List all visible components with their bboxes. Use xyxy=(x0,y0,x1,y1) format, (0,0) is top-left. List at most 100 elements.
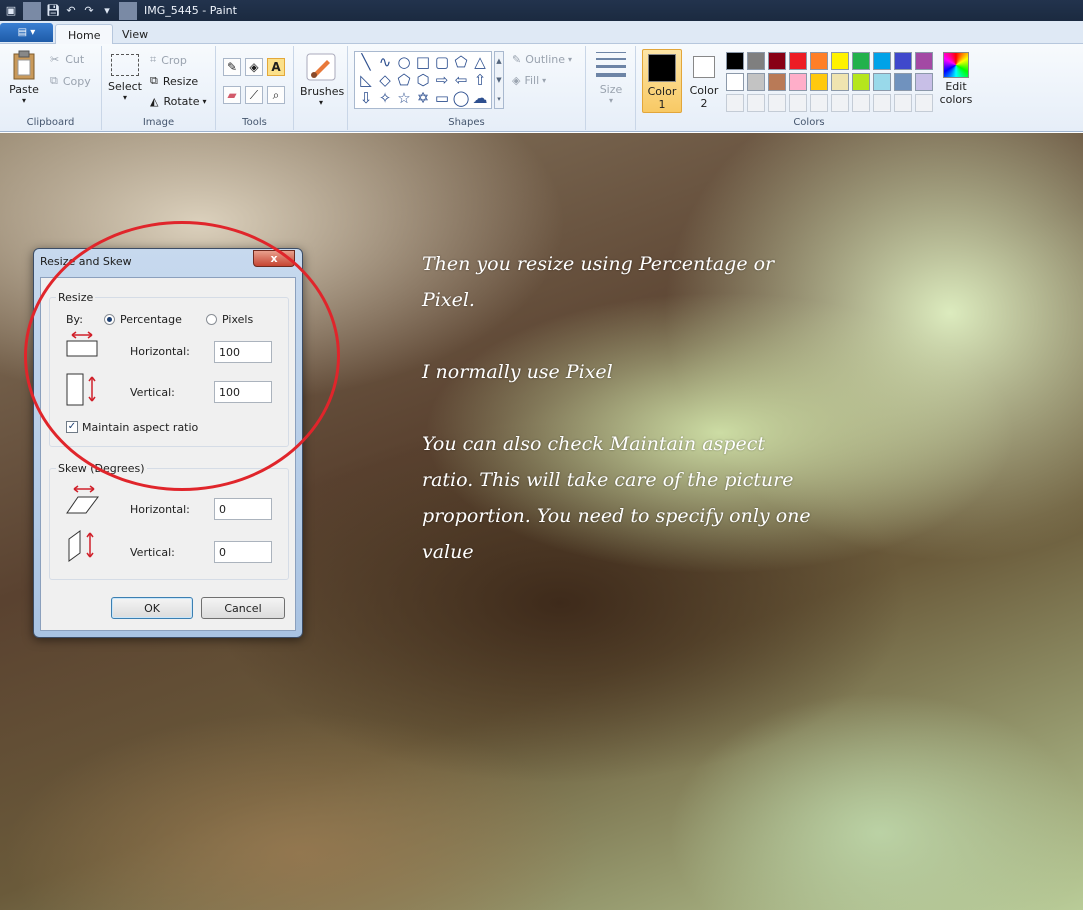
color2-button[interactable]: Color 2 xyxy=(684,49,724,113)
oval-shape-icon[interactable]: ○ xyxy=(395,53,413,71)
fill-button[interactable]: ◈ Fill ▾ xyxy=(512,74,546,87)
resize-button[interactable]: ⧉ Resize xyxy=(150,74,198,88)
polygon-shape-icon[interactable]: ⬠ xyxy=(452,53,470,71)
ok-button[interactable]: OK xyxy=(111,597,193,619)
custom-color-swatch[interactable] xyxy=(894,94,912,112)
fill-bucket-icon[interactable]: ◈ xyxy=(245,58,263,76)
redo-icon[interactable]: ↷ xyxy=(80,2,98,20)
color-swatch[interactable] xyxy=(894,52,912,70)
right-arrow-shape-icon[interactable]: ⇨ xyxy=(433,71,451,89)
group-label-colors: Colors xyxy=(793,117,825,128)
cloud-callout-shape-icon[interactable]: ☁ xyxy=(471,89,489,107)
custom-color-swatch[interactable] xyxy=(831,94,849,112)
color-swatch[interactable] xyxy=(915,73,933,91)
up-arrow-shape-icon[interactable]: ⇧ xyxy=(471,71,489,89)
color-swatch[interactable] xyxy=(831,52,849,70)
edit-colors-button[interactable]: Edit colors xyxy=(936,52,976,106)
paint-app-icon[interactable]: ▣ xyxy=(2,2,20,20)
size-button[interactable]: Size ▾ xyxy=(593,52,629,105)
color-swatch[interactable] xyxy=(789,52,807,70)
color-swatch[interactable] xyxy=(726,73,744,91)
custom-color-swatch[interactable] xyxy=(915,94,933,112)
text-tool-icon[interactable]: A xyxy=(267,58,285,76)
custom-color-swatch[interactable] xyxy=(747,94,765,112)
custom-color-swatch[interactable] xyxy=(726,94,744,112)
oval-callout-shape-icon[interactable]: ◯ xyxy=(452,89,470,107)
horizontal-input[interactable]: 100 xyxy=(214,341,272,363)
percentage-radio[interactable] xyxy=(104,314,115,325)
cut-button[interactable]: ✂ Cut xyxy=(50,53,84,66)
triangle-shape-icon[interactable]: △ xyxy=(471,53,489,71)
right-triangle-shape-icon[interactable]: ◺ xyxy=(357,71,375,89)
diamond-shape-icon[interactable]: ◇ xyxy=(376,71,394,89)
color-swatch[interactable] xyxy=(747,73,765,91)
maintain-aspect-ratio-label[interactable]: Maintain aspect ratio xyxy=(82,421,198,434)
resize-icon: ⧉ xyxy=(150,74,158,87)
color-picker-icon[interactable]: ⟋ xyxy=(245,86,263,104)
color-swatch[interactable] xyxy=(852,73,870,91)
eraser-icon[interactable]: ▰ xyxy=(223,86,241,104)
save-icon[interactable]: 💾︎ xyxy=(44,2,62,20)
custom-color-swatch[interactable] xyxy=(852,94,870,112)
tab-view[interactable]: View xyxy=(110,24,160,45)
custom-color-swatch[interactable] xyxy=(789,94,807,112)
pixels-label[interactable]: Pixels xyxy=(222,313,253,326)
copy-button[interactable]: ⧉ Copy xyxy=(50,74,91,88)
skew-vertical-input[interactable]: 0 xyxy=(214,541,272,563)
cancel-button[interactable]: Cancel xyxy=(201,597,285,619)
rectangle-shape-icon[interactable]: □ xyxy=(414,53,432,71)
close-button[interactable]: x xyxy=(253,250,295,267)
tab-home[interactable]: Home xyxy=(55,24,114,45)
color-swatch[interactable] xyxy=(768,73,786,91)
color-swatch[interactable] xyxy=(852,52,870,70)
paint-menu-button[interactable]: ▤ ▾ xyxy=(0,23,53,42)
skew-horizontal-input[interactable]: 0 xyxy=(214,498,272,520)
color-swatch[interactable] xyxy=(810,73,828,91)
six-point-star-shape-icon[interactable]: ✡ xyxy=(414,89,432,107)
color2-number: 2 xyxy=(700,97,708,110)
rounded-callout-shape-icon[interactable]: ▭ xyxy=(433,89,451,107)
cut-label: Cut xyxy=(65,53,85,66)
color1-button[interactable]: Color 1 xyxy=(642,49,682,113)
pentagon-shape-icon[interactable]: ⬠ xyxy=(395,71,413,89)
pixels-radio[interactable] xyxy=(206,314,217,325)
crop-button[interactable]: ⌗ Crop xyxy=(150,53,187,67)
brushes-button[interactable]: Brushes ▾ xyxy=(300,52,344,107)
paste-button[interactable]: Paste ▾ xyxy=(6,50,42,105)
customize-toolbar-icon[interactable]: ▾ xyxy=(98,2,116,20)
vertical-input[interactable]: 100 xyxy=(214,381,272,403)
maintain-aspect-ratio-checkbox[interactable]: ✓ xyxy=(66,421,78,433)
color-swatch[interactable] xyxy=(915,52,933,70)
ribbon: Paste ▾ ✂ Cut ⧉ Copy Clipboard Select ▾ ⌗ C… xyxy=(0,44,1083,132)
undo-icon[interactable]: ↶ xyxy=(62,2,80,20)
magnifier-icon[interactable]: ⌕ xyxy=(267,86,285,104)
left-arrow-shape-icon[interactable]: ⇦ xyxy=(452,71,470,89)
color-swatch[interactable] xyxy=(831,73,849,91)
five-point-star-shape-icon[interactable]: ☆ xyxy=(395,89,413,107)
color-swatch[interactable] xyxy=(789,73,807,91)
custom-color-swatch[interactable] xyxy=(873,94,891,112)
color-swatch[interactable] xyxy=(747,52,765,70)
color-swatch[interactable] xyxy=(873,52,891,70)
rotate-button[interactable]: ◭ Rotate ▾ xyxy=(150,95,207,108)
custom-color-swatch[interactable] xyxy=(768,94,786,112)
hexagon-shape-icon[interactable]: ⬡ xyxy=(414,71,432,89)
line-shape-icon[interactable]: ╲ xyxy=(357,53,375,71)
color-swatch[interactable] xyxy=(810,52,828,70)
select-button[interactable]: Select ▾ xyxy=(107,54,143,102)
group-label-image: Image xyxy=(142,117,175,128)
rounded-rectangle-shape-icon[interactable]: ▢ xyxy=(433,53,451,71)
outline-button[interactable]: ✎ Outline ▾ xyxy=(512,53,572,66)
shapes-scrollbar[interactable]: ▲ ▼ ▾ xyxy=(494,51,504,109)
pencil-icon[interactable]: ✎ xyxy=(223,58,241,76)
color-swatch[interactable] xyxy=(873,73,891,91)
down-arrow-shape-icon[interactable]: ⇩ xyxy=(357,89,375,107)
rotate-label: Rotate xyxy=(163,95,200,108)
curve-shape-icon[interactable]: ∿ xyxy=(376,53,394,71)
color-swatch[interactable] xyxy=(894,73,912,91)
custom-color-swatch[interactable] xyxy=(810,94,828,112)
color-swatch[interactable] xyxy=(726,52,744,70)
color-swatch[interactable] xyxy=(768,52,786,70)
four-point-star-shape-icon[interactable]: ✧ xyxy=(376,89,394,107)
percentage-label[interactable]: Percentage xyxy=(120,313,182,326)
